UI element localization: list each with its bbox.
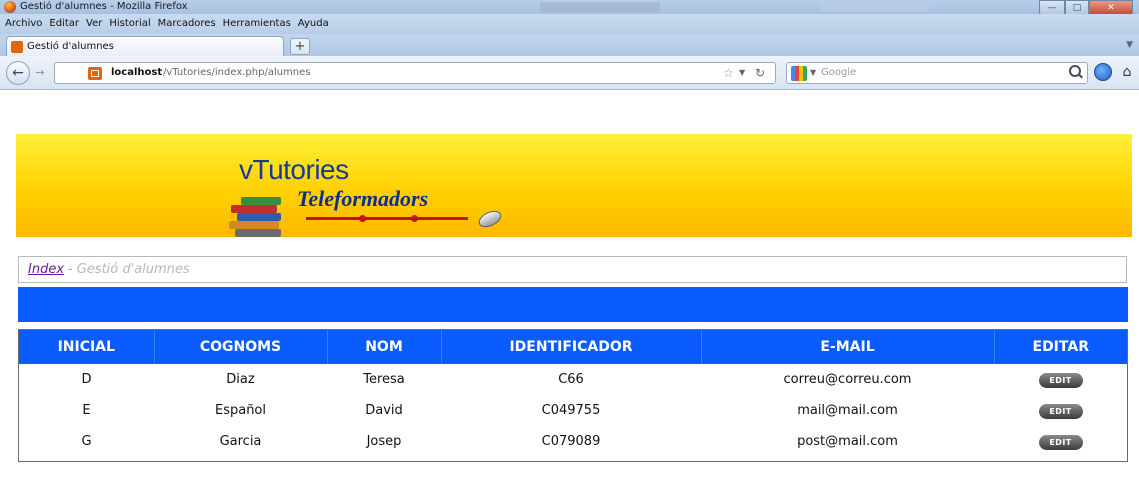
search-box[interactable]: ▼ Google <box>786 62 1088 84</box>
cell-editar: EDIT <box>994 426 1127 457</box>
breadcrumb-current: Gestió d'alumnes <box>76 262 190 277</box>
cell-identificador: C66 <box>558 372 584 387</box>
site-favicon-icon <box>88 67 102 80</box>
logo-dot <box>359 215 366 222</box>
cell-cognoms: Español <box>214 403 266 418</box>
cell-nom: David <box>365 403 403 418</box>
menu-historial[interactable]: Historial <box>109 14 150 34</box>
site-banner: vTutories Teleformadors <box>16 134 1132 237</box>
back-button[interactable]: ← <box>6 61 30 85</box>
taskbar-blur <box>540 2 660 12</box>
url-host: localhost <box>111 67 163 78</box>
col-header-nom: NOM <box>327 330 442 364</box>
tab-bar: Gestió d'alumnes + ▼ <box>0 34 1139 56</box>
edit-button[interactable]: EDIT <box>1038 434 1083 450</box>
url-dropdown-icon[interactable]: ▼ <box>739 68 745 77</box>
cell-cognoms: Garcia <box>219 434 262 449</box>
computer-mouse-icon <box>476 207 504 231</box>
cell-email: post@mail.com <box>797 434 898 449</box>
cell-inicial: G <box>81 434 92 449</box>
section-bar <box>18 287 1128 322</box>
menu-herramientas[interactable]: Herramientas <box>223 14 291 34</box>
search-engine-dropdown-icon[interactable]: ▼ <box>810 68 816 77</box>
col-header-editar: EDITAR <box>994 330 1127 364</box>
cell-editar: EDIT <box>994 395 1127 426</box>
taskbar-blur <box>820 2 930 12</box>
tab-gestio-alumnes[interactable]: Gestió d'alumnes <box>6 36 284 56</box>
search-placeholder: Google <box>821 67 857 78</box>
firefox-icon <box>4 1 16 13</box>
cell-identificador: C079089 <box>541 434 601 449</box>
browser-window: Gestió d'alumnes - Mozilla Firefox — □ ✕… <box>0 0 1139 477</box>
col-header-cognoms: COGNOMS <box>154 330 328 364</box>
edit-button[interactable]: EDIT <box>1038 403 1083 419</box>
title-bar: Gestió d'alumnes - Mozilla Firefox — □ ✕ <box>0 0 1139 16</box>
site-favicon-icon <box>11 40 23 53</box>
breadcrumb-separator: - <box>68 262 73 277</box>
breadcrumb: Index - Gestió d'alumnes <box>18 256 1127 283</box>
menu-ver[interactable]: Ver <box>86 14 102 34</box>
logo-underline <box>306 217 468 220</box>
books-icon <box>229 197 287 243</box>
url-bar[interactable]: localhost /vTutories/index.php/alumnes ☆… <box>54 62 776 84</box>
url-path: /vTutories/index.php/alumnes <box>163 67 311 78</box>
home-icon[interactable]: ⌂ <box>1119 63 1135 81</box>
window-title: Gestió d'alumnes - Mozilla Firefox <box>20 1 188 12</box>
students-table: INICIAL COGNOMS NOM IDENTIFICADOR E-MAIL… <box>18 329 1128 462</box>
col-header-inicial: INICIAL <box>19 330 155 364</box>
menu-editar[interactable]: Editar <box>49 14 79 34</box>
tab-label: Gestió d'alumnes <box>27 41 114 52</box>
menu-marcadores[interactable]: Marcadores <box>158 14 216 34</box>
page-content: vTutories Teleformadors Index - Gestió d'a… <box>0 91 1139 477</box>
cell-email: correu@correu.com <box>783 372 912 387</box>
forward-button[interactable]: → <box>32 65 48 81</box>
logo-dot <box>411 215 418 222</box>
google-icon[interactable] <box>791 66 807 81</box>
cell-inicial: E <box>82 403 91 418</box>
menu-archivo[interactable]: Archivo <box>5 14 42 34</box>
reload-icon[interactable]: ↻ <box>755 66 765 80</box>
logo-subtitle: Teleformadors <box>297 186 429 211</box>
table-row: G Garcia Josep C079089 post@mail.com EDI… <box>19 426 1127 457</box>
col-header-identificador: IDENTIFICADOR <box>441 330 702 364</box>
cell-nom: Josep <box>366 434 402 449</box>
col-header-email: E-MAIL <box>701 330 995 364</box>
cell-cognoms: Diaz <box>226 372 255 387</box>
menu-ayuda[interactable]: Ayuda <box>298 14 329 34</box>
breadcrumb-index-link[interactable]: Index <box>28 262 64 277</box>
tab-list-chevron-icon[interactable]: ▼ <box>1126 40 1133 50</box>
edit-button[interactable]: EDIT <box>1038 372 1083 388</box>
cell-nom: Teresa <box>363 372 405 387</box>
table-header-row: INICIAL COGNOMS NOM IDENTIFICADOR E-MAIL… <box>19 330 1127 364</box>
logo-title: vTutories <box>239 154 349 185</box>
bookmark-star-icon[interactable]: ☆ <box>723 66 734 80</box>
cell-email: mail@mail.com <box>797 403 898 418</box>
search-icon[interactable] <box>1069 65 1081 77</box>
cell-editar: EDIT <box>994 364 1127 395</box>
table-row: D Diaz Teresa C66 correu@correu.com EDIT <box>19 364 1127 395</box>
new-tab-button[interactable]: + <box>290 38 310 55</box>
cell-identificador: C049755 <box>541 403 601 418</box>
navigation-bar: ← → localhost /vTutories/index.php/alumn… <box>0 56 1139 90</box>
table-row: E Español David C049755 mail@mail.com ED… <box>19 395 1127 426</box>
menu-bar: Archivo Editar Ver Historial Marcadores … <box>0 14 1139 34</box>
addon-icon[interactable] <box>1094 63 1112 81</box>
cell-inicial: D <box>81 372 92 387</box>
